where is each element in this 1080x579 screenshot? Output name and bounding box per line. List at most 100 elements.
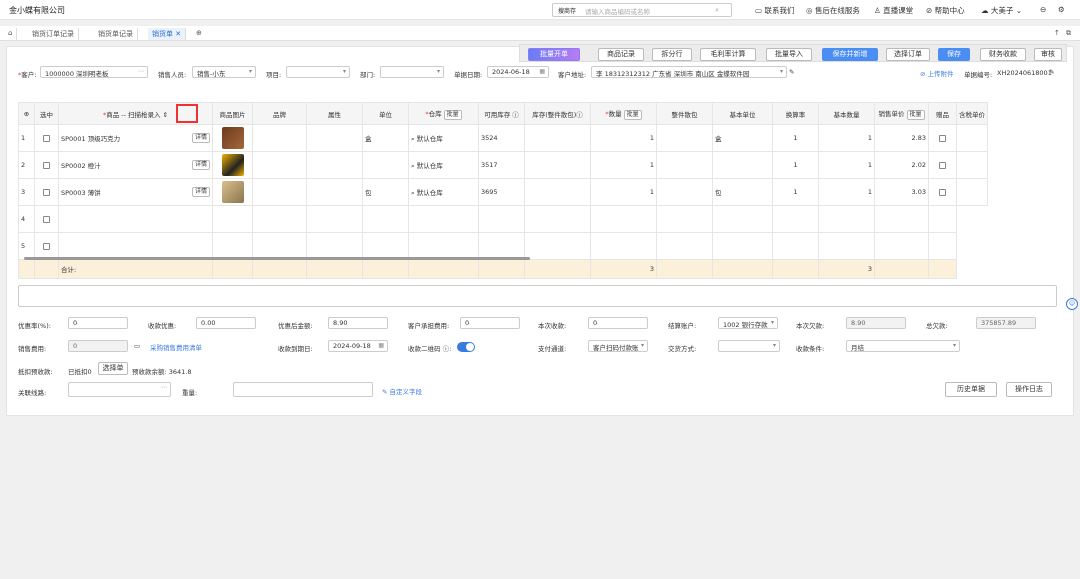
col-tax-price: 含税单价 <box>956 102 988 125</box>
collect-cond-select[interactable]: 月结 ▾ <box>846 340 960 352</box>
operation-log-button[interactable]: 操作日志 <box>1006 382 1052 397</box>
save-and-new-button[interactable]: 保存并新增 <box>822 48 878 61</box>
table-row[interactable]: 2 SP0002 橙汁 详情 ⌕ 默认仓库 3517 1 1 1 2.02 <box>18 151 988 179</box>
scan-toggle-highlight <box>176 104 198 123</box>
scan-toggle-icon[interactable]: ⇕ <box>163 111 168 119</box>
pay-channel-select[interactable]: 客户扫码付款账 ▾ <box>588 340 648 352</box>
trade-mode-label: 交货方式: <box>668 345 697 353</box>
total-row: 合计: 3 3 <box>18 259 988 279</box>
qr-toggle[interactable] <box>457 342 475 352</box>
after-sales-link[interactable]: ◎ 售后在线服务 <box>806 5 860 16</box>
batch-price-button[interactable]: 批量 <box>906 109 925 120</box>
col-base-unit: 基本单位 <box>712 102 773 125</box>
batch-qty-button[interactable]: 批量 <box>623 109 642 120</box>
row-checkbox[interactable] <box>43 134 50 142</box>
gift-checkbox[interactable] <box>939 161 946 169</box>
audit-button[interactable]: 审核 <box>1034 48 1062 61</box>
tabs-bar: ⌂ 销货订单记录 销货单记录 销货单 ✕ ⊕ ↑ ⧉ <box>0 26 1080 41</box>
detail-button[interactable]: 详情 <box>191 187 210 197</box>
this-collect-field[interactable]: 0 <box>588 317 648 329</box>
gift-checkbox[interactable] <box>939 134 946 142</box>
batch-import-button[interactable]: 批量导入 <box>766 48 812 61</box>
trade-mode-select[interactable]: ▾ <box>718 340 780 352</box>
chat-float-icon[interactable]: ☺ <box>1066 298 1078 310</box>
account-select[interactable]: 1002 银行存款 ▾ <box>718 317 778 329</box>
upload-attachment-link[interactable]: ⊘ 上传附件 <box>920 68 954 78</box>
batch-create-button[interactable]: 批量开单 <box>528 48 580 61</box>
search-icon[interactable]: ⌕ <box>715 6 719 15</box>
copy-icon[interactable]: ⧉ <box>1062 28 1075 40</box>
contact-us-link[interactable]: ▭ 联系我们 <box>755 5 794 16</box>
settings-icon[interactable]: ⚙ <box>1058 5 1065 14</box>
salesperson-select[interactable]: 销售-小东 ▾ <box>192 66 256 78</box>
table-row[interactable]: 1 SP0001 顶级巧克力 详情 盒 ⌕ 默认仓库 3524 1 盒 1 1 2… <box>18 124 988 152</box>
cracker-image <box>221 181 244 203</box>
offset-text: 已抵扣0 <box>68 368 92 376</box>
product-search[interactable]: 搜商存 请输入商品编码或名称 ⌕ <box>552 3 732 17</box>
account-label: 结算账户: <box>668 322 697 330</box>
total-owe-field: 375857.89 <box>976 317 1036 329</box>
detail-button[interactable]: 详情 <box>191 133 210 143</box>
margin-calc-button[interactable]: 毛利率计算 <box>700 48 756 61</box>
custom-field-link[interactable]: ✎ 自定义字段 <box>382 386 422 396</box>
purchase-fee-link[interactable]: 采购销售费用清单 <box>150 342 202 352</box>
this-owe-field: 8.90 <box>846 317 906 329</box>
gift-checkbox[interactable] <box>939 188 946 196</box>
col-image: 商品图片 <box>212 102 253 125</box>
history-button[interactable]: 历史单据 <box>945 382 997 397</box>
row-checkbox[interactable] <box>43 161 50 169</box>
collect-cond-label: 收款条件: <box>796 345 825 353</box>
user-menu[interactable]: ☁ 大美子 ⌄ <box>981 5 1022 16</box>
select-order-button[interactable]: 选择订单 <box>886 48 930 61</box>
select-doc-button[interactable]: 选择单 <box>98 362 128 375</box>
table-row[interactable]: 3 SP0003 薄饼 详情 包 ⌕ 默认仓库 3695 1 包 1 1 3.03 <box>18 178 988 206</box>
detail-button[interactable]: 详情 <box>191 160 210 170</box>
collect-discount-field[interactable]: 0.00 <box>196 317 256 329</box>
customer-fee-label: 客户承担费用: <box>408 322 450 330</box>
split-row-button[interactable]: 拆分行 <box>652 48 692 61</box>
table-hscrollbar[interactable] <box>24 257 530 260</box>
tab-sales-records[interactable]: 销货单记录 <box>94 28 138 40</box>
search-prefix: 搜商存 <box>558 8 577 15</box>
folder-icon[interactable]: ▭ <box>134 342 140 350</box>
home-icon[interactable]: ⌂ <box>4 28 18 40</box>
live-class-link[interactable]: ♙ 直播课堂 <box>874 5 913 16</box>
batch-warehouse-button[interactable]: 批量 <box>443 109 462 120</box>
project-select[interactable]: ▾ <box>286 66 350 78</box>
customer-field[interactable]: 1000000 深圳明老板 ⋯ <box>40 66 148 78</box>
pay-channel-label: 支付通道: <box>538 345 567 353</box>
action-toolbar: 批量开单 商品记录 拆分行 毛利率计算 批量导入 保存并新增 选择订单 保存 财… <box>519 44 1067 62</box>
address-select[interactable]: 李 18312312312 广东省 深圳市 南山区 金蝶软件园 ▾ <box>591 66 787 78</box>
product-records-button[interactable]: 商品记录 <box>598 48 644 61</box>
add-row-icon[interactable]: ⊕ <box>18 102 35 125</box>
col-gift: 赠品 <box>928 102 957 125</box>
tab-sales-order-records[interactable]: 销货订单记录 <box>28 28 79 40</box>
row-checkbox[interactable] <box>43 215 50 223</box>
edit-docno-icon[interactable]: ✎ <box>1049 68 1054 76</box>
weight-field[interactable] <box>233 382 373 397</box>
department-select[interactable]: ▾ <box>380 66 444 78</box>
due-date-field[interactable]: 2024-09-18 ▦ <box>328 340 388 352</box>
table-row[interactable]: 5 <box>18 232 988 260</box>
after-discount-field[interactable]: 8.90 <box>328 317 388 329</box>
finance-collect-button[interactable]: 财务收款 <box>980 48 1026 61</box>
row-checkbox[interactable] <box>43 188 50 196</box>
row-checkbox[interactable] <box>43 242 50 250</box>
related-route-field[interactable]: ⋯ <box>68 382 171 397</box>
help-center-link[interactable]: ⊘ 帮助中心 <box>926 5 965 16</box>
discount-rate-field[interactable]: 0 <box>68 317 128 329</box>
table-row[interactable]: 4 <box>18 205 988 233</box>
date-field[interactable]: 2024-06-18 ▦ <box>487 66 549 78</box>
edit-address-icon[interactable]: ✎ <box>789 68 794 76</box>
customer-fee-field[interactable]: 0 <box>460 317 520 329</box>
doc-number: XH20240618001 <box>997 69 1052 77</box>
total-owe-label: 总欠款: <box>926 322 948 330</box>
tab-sales-doc[interactable]: 销货单 ✕ <box>148 28 187 40</box>
save-button[interactable]: 保存 <box>938 48 970 61</box>
orange-juice-image <box>221 154 244 176</box>
search-input[interactable]: 请输入商品编码或名称 <box>585 6 650 16</box>
remarks-textarea[interactable] <box>18 285 1057 307</box>
add-tab-icon[interactable]: ⊕ <box>192 28 206 40</box>
logout-icon[interactable]: ⊖ <box>1040 5 1046 14</box>
col-qty: *数量 批量 <box>590 102 657 125</box>
